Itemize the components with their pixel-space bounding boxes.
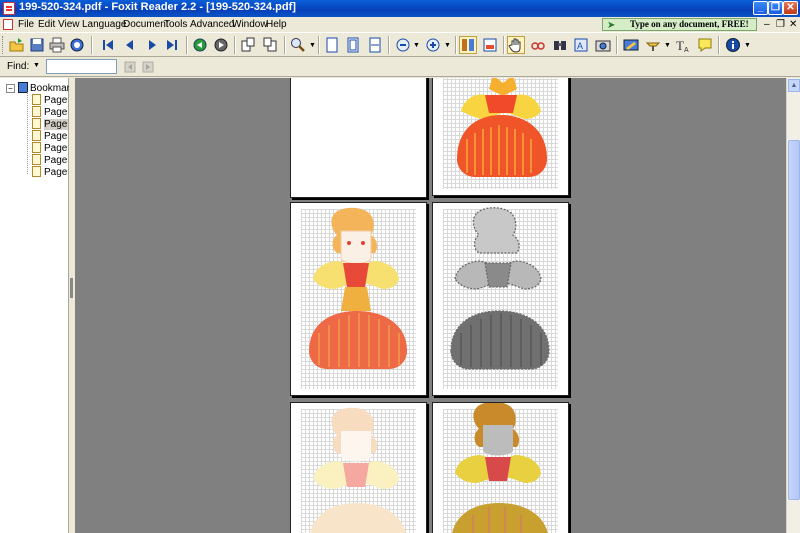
email-icon[interactable] (69, 37, 85, 53)
document-icon[interactable] (3, 19, 13, 30)
select-text-icon[interactable] (530, 37, 546, 53)
find-dropdown-arrow[interactable]: ▼ (33, 62, 40, 69)
next-page-icon[interactable] (144, 37, 160, 53)
pdf-page-princess-dark (432, 402, 569, 533)
document-view[interactable] (75, 78, 786, 533)
typewriter-ad-banner[interactable]: ➤ Type on any document, FREE! (602, 18, 757, 31)
single-page-icon[interactable] (459, 36, 477, 54)
info-icon[interactable] (725, 37, 741, 53)
zoom-out-icon[interactable] (395, 37, 411, 53)
close-button[interactable]: ✕ (783, 1, 798, 15)
maximize-button[interactable]: ❐ (768, 1, 783, 15)
minimize-button[interactable]: _ (753, 1, 768, 15)
highlight-dropdown-arrow[interactable]: ▼ (664, 42, 671, 49)
svg-text:A: A (577, 41, 583, 51)
menu-advanced[interactable]: Advanced (190, 19, 234, 30)
pdf-app-icon (3, 2, 15, 15)
bookmarks-panel: −Bookmarks Page 1 Page 2 Page 3 Page 4 P… (0, 78, 80, 533)
ad-text: Type on any document, FREE! (630, 19, 749, 29)
continuous-icon[interactable] (482, 37, 498, 53)
highlight-icon[interactable] (645, 37, 661, 53)
menu-tools[interactable]: Tools (164, 19, 187, 30)
bookmark-icon (32, 130, 41, 141)
menu-bar: File Edit View Language Document Tools A… (0, 17, 800, 32)
menu-view[interactable]: View (58, 19, 80, 30)
bookmark-icon (32, 142, 41, 153)
fit-width-icon[interactable] (367, 37, 383, 53)
go-forward-icon[interactable] (213, 37, 229, 53)
svg-text:T: T (676, 38, 684, 53)
bookmark-icon (32, 166, 41, 177)
go-back-icon[interactable] (192, 37, 208, 53)
pdf-page-princess-mono (432, 202, 569, 396)
rotate-right-icon[interactable] (262, 37, 278, 53)
snapshot-icon[interactable]: A (573, 37, 589, 53)
image-icon[interactable] (595, 37, 611, 53)
pdf-page-princess-pale (290, 402, 427, 533)
vertical-scrollbar[interactable]: ▲ (786, 78, 800, 533)
zoom-in-icon[interactable] (425, 37, 441, 53)
bookmark-item-3[interactable]: Page 3 (32, 118, 68, 130)
bookmark-icon (32, 118, 41, 129)
bookmark-item-1[interactable]: Page 1 (32, 94, 68, 106)
menu-window[interactable]: Window (232, 19, 268, 30)
svg-text:A: A (684, 47, 689, 53)
zoom-in-dropdown-arrow[interactable]: ▼ (444, 42, 451, 49)
bookmark-icon (32, 154, 41, 165)
find-previous-icon[interactable] (123, 60, 137, 74)
zoom-out-dropdown-arrow[interactable]: ▼ (413, 42, 420, 49)
doc-restore-button[interactable]: ❐ (776, 19, 785, 30)
collapse-icon[interactable]: − (6, 84, 15, 93)
actual-size-icon[interactable] (324, 37, 340, 53)
princess-pattern-image (452, 403, 548, 533)
zoom-dropdown-arrow[interactable]: ▼ (309, 42, 316, 49)
pdf-page-princess-color (290, 202, 427, 396)
pdf-page-princess-red (432, 78, 569, 196)
open-icon[interactable] (9, 37, 25, 53)
rotate-left-icon[interactable] (240, 37, 256, 53)
scroll-up-arrow[interactable]: ▲ (788, 79, 800, 92)
doc-minimize-button[interactable]: – (764, 19, 770, 30)
menu-file[interactable]: File (18, 19, 34, 30)
save-icon[interactable] (29, 37, 45, 53)
bookmark-item-6[interactable]: Page 6 (32, 154, 68, 166)
print-icon[interactable] (49, 37, 65, 53)
scrollbar-thumb[interactable] (788, 140, 800, 500)
info-dropdown-arrow[interactable]: ▼ (744, 42, 751, 49)
menu-language[interactable]: Language (82, 19, 127, 30)
title-bar: 199-520-324.pdf - Foxit Reader 2.2 - [19… (0, 0, 800, 17)
first-page-icon[interactable] (100, 37, 116, 53)
main-toolbar: ▼ ▼ ▼ A ▼ TA ▼ (0, 32, 800, 57)
prev-page-icon[interactable] (122, 37, 138, 53)
find-next-icon[interactable] (141, 60, 155, 74)
find-label: Find: (7, 61, 30, 72)
bookmark-item-4[interactable]: Page 4 (32, 130, 68, 142)
find-icon[interactable] (552, 37, 568, 53)
bookmark-item-5[interactable]: Page 5 (32, 142, 68, 154)
typewriter-icon[interactable] (623, 37, 639, 53)
window-title: 199-520-324.pdf - Foxit Reader 2.2 - [19… (19, 1, 296, 13)
bookmark-item-7[interactable]: Page 7 (32, 166, 68, 178)
note-icon[interactable] (697, 37, 713, 53)
fit-page-icon[interactable] (345, 37, 361, 53)
find-input[interactable] (46, 59, 117, 74)
last-page-icon[interactable] (164, 37, 180, 53)
bookmark-icon (32, 106, 41, 117)
menu-edit[interactable]: Edit (38, 19, 55, 30)
doc-close-button[interactable]: ✕ (789, 19, 797, 30)
princess-pattern-image (310, 407, 406, 533)
zoom-icon[interactable] (290, 37, 306, 53)
princess-pattern-image (309, 207, 407, 369)
princess-pattern-image (457, 78, 547, 177)
find-bar: Find: ▼ (0, 57, 800, 77)
bookmark-icon (32, 94, 41, 105)
princess-pattern-image (450, 207, 550, 370)
text-tool-icon[interactable]: TA (675, 37, 691, 53)
arrow-icon: ➤ (607, 20, 616, 31)
menu-document[interactable]: Document (123, 19, 169, 30)
hand-tool-icon[interactable] (507, 36, 525, 54)
bookmark-item-2[interactable]: Page 2 (32, 106, 68, 118)
menu-help[interactable]: Help (266, 19, 287, 30)
pdf-page-blank (290, 78, 427, 198)
